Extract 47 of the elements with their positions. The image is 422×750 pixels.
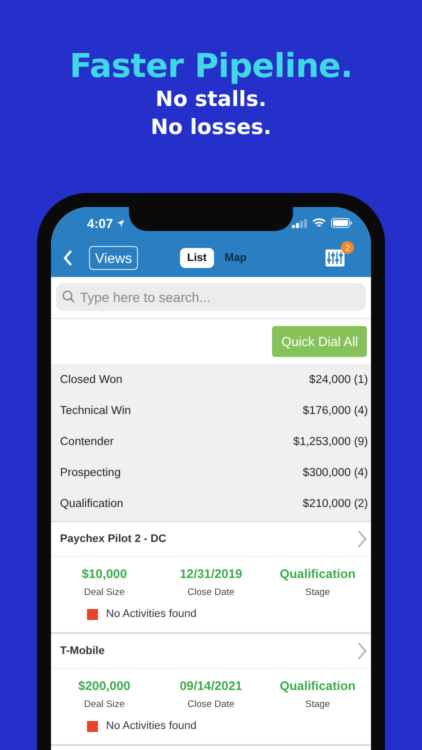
activity-status-icon: [87, 608, 98, 620]
deal-field-value: 12/31/2019: [180, 567, 242, 581]
deal-field-value: $10,000: [82, 567, 127, 581]
deal-field-label: Stage: [305, 699, 330, 710]
filter-count-badge: 2: [341, 241, 354, 254]
tagline: No stalls.: [156, 86, 266, 113]
filter-sliders-icon[interactable]: [325, 249, 345, 267]
stage-total: $176,000 (4): [302, 404, 368, 416]
stage-total: $1,253,000 (9): [293, 436, 368, 448]
views-button[interactable]: Views: [89, 246, 138, 270]
deal-field-label: Close Date: [187, 587, 234, 598]
deal-name: Paychex Pilot 2 - DC: [60, 533, 166, 545]
back-chevron-icon[interactable]: [63, 250, 73, 266]
deal-field-label: Deal Size: [84, 699, 125, 710]
wifi-icon: [312, 218, 326, 228]
chevron-right-icon: [357, 530, 367, 548]
headline: Faster Pipeline.: [70, 46, 352, 85]
stage-name: Prospecting: [60, 466, 121, 478]
tagline: No losses.: [150, 114, 272, 141]
stage-name: Technical Win: [60, 404, 131, 416]
deal-field-label: Deal Size: [84, 587, 125, 598]
battery-icon: [331, 218, 353, 228]
status-time: 4:07: [87, 216, 126, 230]
activity-text: No Activities found: [106, 720, 196, 732]
stage-name: Contender: [60, 436, 114, 448]
deal-header[interactable]: T-Mobile: [51, 634, 371, 669]
stage-total: $300,000 (4): [302, 466, 368, 478]
deal-field-value: $200,000: [78, 679, 130, 693]
stage-total: $210,000 (2): [302, 498, 368, 510]
stage-name: Closed Won: [60, 374, 122, 386]
deal-header[interactable]: Paychex Pilot 2 - DC: [51, 522, 371, 557]
chevron-right-icon: [357, 642, 367, 660]
deal-field-label: Close Date: [187, 699, 234, 710]
deal-field-value: Qualification: [280, 679, 356, 693]
search-icon: [62, 290, 75, 303]
stage-name: Qualification: [60, 498, 124, 510]
search-field[interactable]: Type here to search...: [56, 283, 366, 311]
signal-icon: [292, 218, 307, 228]
stage-total: $24,000 (1): [309, 374, 368, 386]
deal-name: T-Mobile: [60, 645, 105, 657]
activity-status-icon: [87, 720, 98, 732]
deal-field-value: Qualification: [280, 567, 356, 581]
view-tab[interactable]: List: [180, 248, 214, 268]
deal-field-label: Stage: [305, 587, 330, 598]
activity-text: No Activities found: [106, 608, 196, 620]
deal-field-value: 09/14/2021: [180, 679, 242, 693]
location-arrow-icon: [116, 218, 126, 228]
